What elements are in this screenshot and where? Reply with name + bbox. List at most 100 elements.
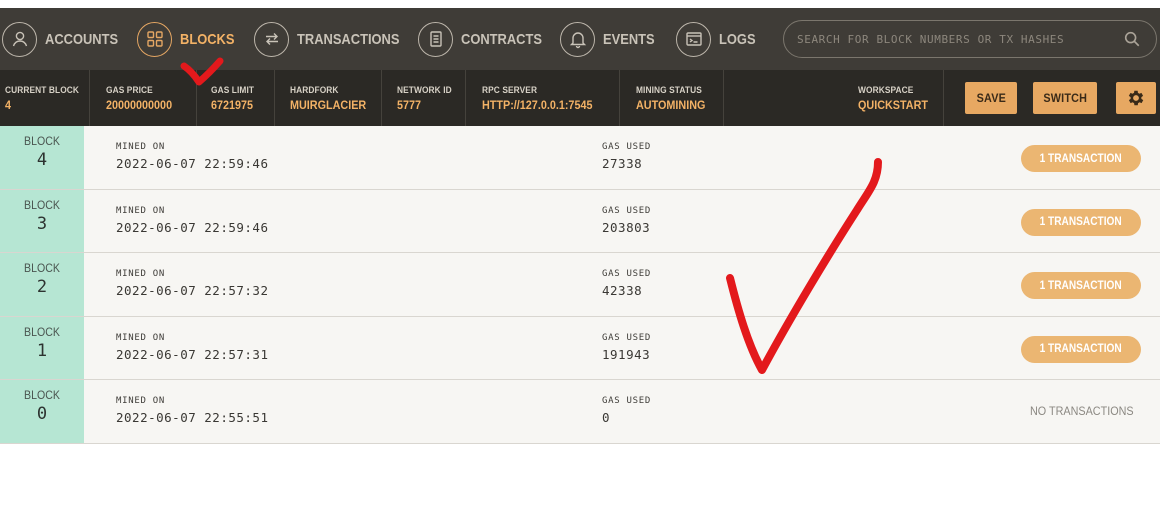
mined-on-value: 2022-06-07 22:59:46 bbox=[116, 156, 269, 171]
divider bbox=[381, 70, 382, 126]
mined-on-label: MINED ON bbox=[116, 142, 165, 152]
block-number: 1 bbox=[36, 340, 48, 361]
document-icon bbox=[418, 21, 453, 57]
nav-logs[interactable]: LOGS bbox=[676, 8, 762, 70]
block-label: BLOCK bbox=[24, 136, 60, 148]
stat-value: QUICKSTART bbox=[858, 98, 929, 112]
search-box bbox=[783, 20, 1157, 58]
divider bbox=[619, 70, 620, 126]
terminal-icon bbox=[676, 21, 711, 57]
mined-on-label: MINED ON bbox=[116, 332, 165, 343]
block-row[interactable]: BLOCK 0 MINED ON 2022-06-07 22:55:51 GAS… bbox=[0, 380, 1160, 444]
block-number: 3 bbox=[36, 213, 48, 234]
status-bar: CURRENT BLOCK 4 GAS PRICE 20000000000 GA… bbox=[0, 70, 1160, 126]
stat-label: HARDFORK bbox=[290, 85, 339, 96]
stat-workspace: WORKSPACE QUICKSTART bbox=[858, 70, 936, 126]
gas-used-field: GAS USED 191943 bbox=[602, 333, 651, 362]
stat-rpc-server: RPC SERVER HTTP://127.0.0.1:7545 bbox=[482, 70, 605, 126]
gas-used-label: GAS USED bbox=[602, 269, 651, 279]
block-row[interactable]: BLOCK 4 MINED ON 2022-06-07 22:59:46 GAS… bbox=[0, 126, 1160, 190]
mined-on-label: MINED ON bbox=[116, 396, 165, 406]
block-row[interactable]: BLOCK 2 MINED ON 2022-06-07 22:57:32 GAS… bbox=[0, 253, 1160, 317]
stat-value: 4 bbox=[5, 98, 12, 112]
stat-gas-limit: GAS LIMIT 6721975 bbox=[211, 70, 260, 126]
mined-on-field: MINED ON 2022-06-07 22:59:46 bbox=[116, 142, 269, 171]
mined-on-field: MINED ON 2022-06-07 22:59:46 bbox=[116, 206, 269, 235]
stat-label: CURRENT BLOCK bbox=[5, 85, 80, 96]
ganache-app: ACCOUNTS BLOCKS TRANSACTIONS CONTRACTS E bbox=[0, 8, 1160, 444]
block-number: 0 bbox=[36, 404, 48, 424]
block-number-badge: BLOCK 2 bbox=[0, 253, 84, 316]
stat-value: 6721975 bbox=[211, 98, 254, 112]
nav-contracts[interactable]: CONTRACTS bbox=[418, 8, 555, 70]
block-number-badge: BLOCK 4 bbox=[0, 126, 84, 189]
no-transactions-label: NO TRANSACTIONS bbox=[1030, 404, 1134, 418]
gas-used-value: 203803 bbox=[602, 219, 651, 235]
stat-current-block: CURRENT BLOCK 4 bbox=[5, 70, 89, 126]
nav-transactions-label: TRANSACTIONS bbox=[297, 30, 400, 48]
stat-label: MINING STATUS bbox=[636, 85, 702, 96]
gas-used-label: GAS USED bbox=[602, 205, 651, 216]
transaction-count-badge[interactable]: 1 TRANSACTION bbox=[1021, 145, 1141, 172]
nav-events-label: EVENTS bbox=[603, 30, 655, 48]
main-nav: ACCOUNTS BLOCKS TRANSACTIONS CONTRACTS E bbox=[0, 8, 1160, 70]
transaction-count-badge[interactable]: 1 TRANSACTION bbox=[1021, 208, 1141, 236]
stat-hardfork: HARDFORK MUIRGLACIER bbox=[290, 70, 375, 126]
stat-label: WORKSPACE bbox=[858, 85, 914, 96]
gas-used-label: GAS USED bbox=[602, 396, 651, 406]
stat-value: MUIRGLACIER bbox=[290, 98, 367, 112]
divider bbox=[89, 70, 90, 126]
transaction-count-badge[interactable]: 1 TRANSACTION bbox=[1021, 335, 1141, 363]
save-button[interactable]: SAVE bbox=[965, 82, 1017, 114]
stat-value: AUTOMINING bbox=[636, 98, 706, 112]
block-list: BLOCK 4 MINED ON 2022-06-07 22:59:46 GAS… bbox=[0, 126, 1160, 444]
mined-on-label: MINED ON bbox=[116, 269, 165, 279]
block-label: BLOCK bbox=[24, 390, 60, 402]
stat-label: RPC SERVER bbox=[482, 85, 538, 96]
block-label: BLOCK bbox=[24, 263, 60, 275]
search-input[interactable] bbox=[797, 32, 1117, 46]
gas-used-value: 42338 bbox=[602, 283, 643, 298]
switch-button-label: SWITCH bbox=[1043, 91, 1087, 105]
blocks-grid-icon bbox=[137, 21, 172, 57]
nav-blocks-label: BLOCKS bbox=[180, 30, 235, 48]
transaction-count-label: 1 TRANSACTION bbox=[1039, 279, 1123, 292]
switch-button[interactable]: SWITCH bbox=[1033, 82, 1097, 114]
mined-on-value: 2022-06-07 22:57:32 bbox=[116, 283, 269, 298]
gas-used-field: GAS USED 0 bbox=[602, 396, 651, 425]
divider bbox=[196, 70, 197, 126]
gas-used-field: GAS USED 27338 bbox=[602, 142, 651, 171]
stat-value: 20000000000 bbox=[106, 98, 173, 112]
search-icon[interactable] bbox=[1123, 30, 1141, 48]
gas-used-label: GAS USED bbox=[602, 332, 651, 343]
transaction-count-badge[interactable]: 1 TRANSACTION bbox=[1021, 272, 1141, 299]
gas-used-field: GAS USED 203803 bbox=[602, 206, 651, 235]
gear-icon bbox=[1128, 90, 1144, 106]
stat-label: NETWORK ID bbox=[397, 85, 452, 96]
transaction-count-label: 1 TRANSACTION bbox=[1039, 343, 1123, 355]
gas-used-label: GAS USED bbox=[602, 142, 651, 152]
block-number: 4 bbox=[36, 150, 48, 170]
nav-blocks[interactable]: BLOCKS bbox=[137, 8, 243, 70]
block-label: BLOCK bbox=[24, 199, 60, 212]
stat-gas-price: GAS PRICE 20000000000 bbox=[106, 70, 179, 126]
save-button-label: SAVE bbox=[976, 91, 1006, 105]
swap-arrows-icon bbox=[254, 21, 289, 57]
nav-events[interactable]: EVENTS bbox=[560, 8, 663, 70]
block-number-badge: BLOCK 3 bbox=[0, 189, 84, 252]
nav-transactions[interactable]: TRANSACTIONS bbox=[254, 8, 416, 70]
transaction-count-label: 1 TRANSACTION bbox=[1039, 216, 1123, 228]
stat-mining-status: MINING STATUS AUTOMINING bbox=[636, 70, 713, 126]
stat-label: GAS PRICE bbox=[106, 85, 153, 96]
block-row[interactable]: BLOCK 1 MINED ON 2022-06-07 22:57:31 GAS… bbox=[0, 316, 1160, 380]
mined-on-field: MINED ON 2022-06-07 22:57:31 bbox=[116, 333, 269, 362]
gas-used-value: 0 bbox=[602, 410, 611, 425]
block-row[interactable]: BLOCK 3 MINED ON 2022-06-07 22:59:46 GAS… bbox=[0, 189, 1160, 253]
settings-button[interactable] bbox=[1116, 82, 1156, 114]
block-number: 2 bbox=[36, 277, 48, 297]
block-number-badge: BLOCK 1 bbox=[0, 316, 84, 379]
divider bbox=[274, 70, 275, 126]
nav-accounts[interactable]: ACCOUNTS bbox=[2, 8, 130, 70]
stat-value: 5777 bbox=[397, 98, 422, 112]
nav-accounts-label: ACCOUNTS bbox=[45, 30, 119, 48]
